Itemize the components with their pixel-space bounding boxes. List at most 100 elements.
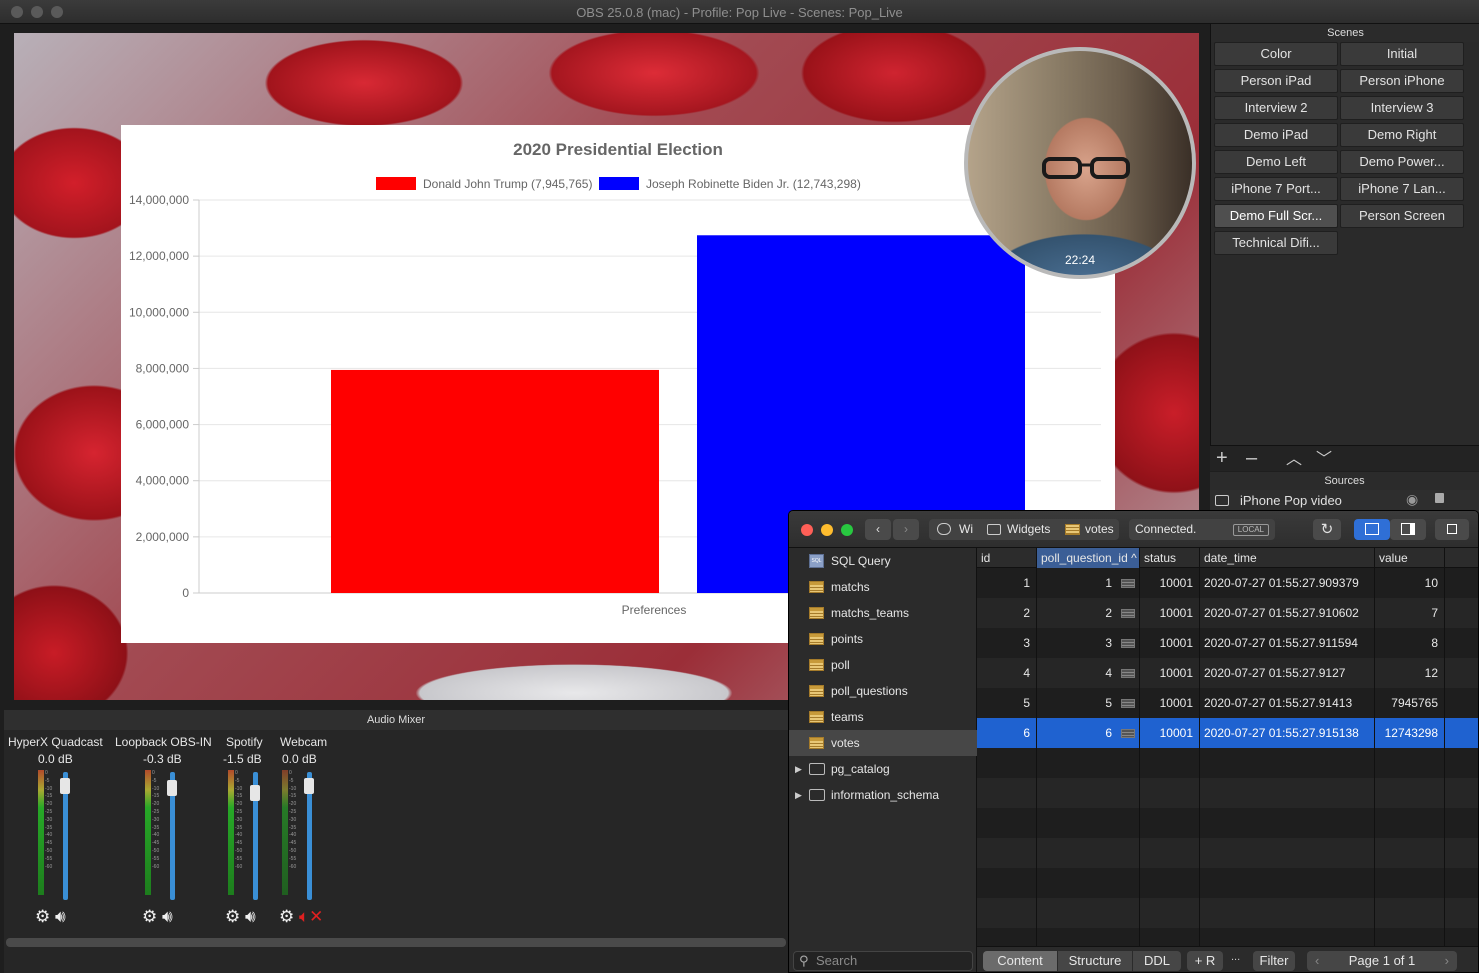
table-cell[interactable]: 3 xyxy=(1037,628,1140,658)
sidebar-item-points[interactable]: points xyxy=(789,626,977,652)
column-header[interactable]: poll_question_id ^ xyxy=(1037,548,1140,568)
foreign-key-icon[interactable] xyxy=(1121,579,1135,588)
table-cell[interactable]: 1 xyxy=(977,568,1037,598)
table-cell[interactable]: 7 xyxy=(1375,598,1445,628)
prev-page-button[interactable]: ‹ xyxy=(1315,951,1319,971)
table-row[interactable]: 4 4 10001 2020-07-27 01:55:27.9127 12 xyxy=(977,658,1478,688)
disclosure-triangle-icon[interactable]: ▶ xyxy=(795,782,802,808)
table-cell[interactable]: 12743298 xyxy=(1375,718,1445,748)
disclosure-triangle-icon[interactable]: ▶ xyxy=(795,756,802,782)
table-cell[interactable]: 2020-07-27 01:55:27.910602 xyxy=(1200,598,1375,628)
table-cell[interactable]: 6 xyxy=(977,718,1037,748)
scene-button[interactable]: Person iPad xyxy=(1214,69,1338,93)
table-cell[interactable]: 2020-07-27 01:55:27.9127 xyxy=(1200,658,1375,688)
table-cell[interactable]: 4 xyxy=(1037,658,1140,688)
back-button[interactable]: ‹ xyxy=(865,519,891,540)
table-row[interactable]: 6 6 10001 2020-07-27 01:55:27.915138 1274329… xyxy=(977,718,1478,748)
add-scene-button[interactable]: + xyxy=(1216,448,1228,468)
table-cell[interactable]: 6 xyxy=(1037,718,1140,748)
table-row[interactable]: 1 1 10001 2020-07-27 01:55:27.909379 10 xyxy=(977,568,1478,598)
table-cell[interactable]: 2020-07-27 01:55:27.91413 xyxy=(1200,688,1375,718)
forward-button[interactable]: › xyxy=(893,519,919,540)
sidebar-item-poll[interactable]: poll xyxy=(789,652,977,678)
table-cell[interactable]: 2020-07-27 01:55:27.909379 xyxy=(1200,568,1375,598)
db-zoom-button[interactable] xyxy=(841,524,853,536)
table-cell[interactable]: 7945765 xyxy=(1375,688,1445,718)
table-cell[interactable]: 12 xyxy=(1375,658,1445,688)
gear-icon[interactable]: ⚙ xyxy=(225,907,240,926)
foreign-key-icon[interactable] xyxy=(1121,699,1135,708)
sidebar-item-votes[interactable]: votes xyxy=(789,730,977,756)
table-cell[interactable]: 2 xyxy=(1037,598,1140,628)
column-header[interactable]: status xyxy=(1140,548,1200,568)
volume-slider-handle[interactable] xyxy=(167,779,177,796)
speaker-icon[interactable]: 🔊︎ xyxy=(240,907,256,926)
more-options[interactable]: ... xyxy=(1231,951,1240,963)
scene-button[interactable]: Person Screen xyxy=(1340,204,1464,228)
add-row-button[interactable]: + R xyxy=(1187,951,1223,971)
db-minimize-button[interactable] xyxy=(821,524,833,536)
table-cell[interactable]: 4 xyxy=(977,658,1037,688)
breadcrumb-schema[interactable]: Widgets xyxy=(1007,519,1050,540)
table-cell[interactable]: 2 xyxy=(977,598,1037,628)
breadcrumb-database[interactable]: Wi xyxy=(959,519,973,540)
table-cell[interactable]: 10 xyxy=(1375,568,1445,598)
scene-button[interactable]: Initial xyxy=(1340,42,1464,66)
table-cell[interactable]: 8 xyxy=(1375,628,1445,658)
tab-ddl[interactable]: DDL xyxy=(1133,951,1181,971)
foreign-key-icon[interactable] xyxy=(1121,609,1135,618)
visibility-icon[interactable]: ◉ xyxy=(1406,491,1418,508)
sidebar-item-pg-catalog[interactable]: ▶ pg_catalog xyxy=(789,756,977,782)
table-cell[interactable]: 2020-07-27 01:55:27.911594 xyxy=(1200,628,1375,658)
gear-icon[interactable]: ⚙ xyxy=(35,907,50,926)
move-scene-up-button[interactable]: ︿ xyxy=(1286,450,1302,470)
next-page-button[interactable]: › xyxy=(1445,951,1449,971)
tab-structure[interactable]: Structure xyxy=(1058,951,1132,971)
sidebar-item-sql-query[interactable]: SQL SQL Query xyxy=(789,548,977,574)
gear-icon[interactable]: ⚙ xyxy=(142,907,157,926)
sidebar-item-matchs[interactable]: matchs xyxy=(789,574,977,600)
sidebar-item-poll-questions[interactable]: poll_questions xyxy=(789,678,977,704)
table-cell[interactable]: 10001 xyxy=(1140,658,1200,688)
scene-button[interactable]: Interview 2 xyxy=(1214,96,1338,120)
sidebar-item-matchs-teams[interactable]: matchs_teams xyxy=(789,600,977,626)
table-cell[interactable]: 10001 xyxy=(1140,598,1200,628)
table-cell[interactable]: 10001 xyxy=(1140,568,1200,598)
db-close-button[interactable] xyxy=(801,524,813,536)
table-cell[interactable]: 10001 xyxy=(1140,718,1200,748)
column-header[interactable]: id xyxy=(977,548,1037,568)
table-cell[interactable]: 10001 xyxy=(1140,628,1200,658)
table-cell[interactable]: 1 xyxy=(1037,568,1140,598)
speaker-icon[interactable]: 🔊︎ xyxy=(50,907,66,926)
mixer-scrollbar[interactable] xyxy=(6,938,786,947)
new-window-button[interactable] xyxy=(1435,519,1469,540)
scene-button[interactable]: Color xyxy=(1214,42,1338,66)
breadcrumb-table[interactable]: votes xyxy=(1085,519,1114,540)
scene-button[interactable]: Demo Full Scr... xyxy=(1214,204,1338,228)
table-cell[interactable]: 5 xyxy=(1037,688,1140,718)
column-header[interactable]: date_time xyxy=(1200,548,1375,568)
table-cell[interactable]: 10001 xyxy=(1140,688,1200,718)
remove-scene-button[interactable]: – xyxy=(1246,448,1257,468)
scene-button[interactable]: Demo Power... xyxy=(1340,150,1464,174)
volume-slider-handle[interactable] xyxy=(250,785,260,802)
scene-button[interactable]: Technical Difi... xyxy=(1214,231,1338,255)
scene-button[interactable]: Interview 3 xyxy=(1340,96,1464,120)
refresh-icon[interactable]: ↻ xyxy=(1313,519,1341,540)
foreign-key-icon[interactable] xyxy=(1121,639,1135,648)
filter-button[interactable]: Filter xyxy=(1253,951,1295,971)
volume-slider-handle[interactable] xyxy=(304,777,314,794)
toggle-sidebar-button[interactable] xyxy=(1354,519,1390,540)
scene-button[interactable]: iPhone 7 Port... xyxy=(1214,177,1338,201)
muted-speaker-icon[interactable]: 🔈︎✕ xyxy=(294,907,323,926)
tab-content[interactable]: Content xyxy=(983,951,1057,971)
table-cell[interactable]: 2020-07-27 01:55:27.915138 xyxy=(1200,718,1375,748)
sidebar-item-information-schema[interactable]: ▶ information_schema xyxy=(789,782,977,808)
scene-button[interactable]: Demo Right xyxy=(1340,123,1464,147)
volume-slider-handle[interactable] xyxy=(60,777,70,794)
table-cell[interactable]: 5 xyxy=(977,688,1037,718)
scene-button[interactable]: iPhone 7 Lan... xyxy=(1340,177,1464,201)
gear-icon[interactable]: ⚙ xyxy=(279,907,294,926)
sidebar-item-teams[interactable]: teams xyxy=(789,704,977,730)
column-header[interactable]: value xyxy=(1375,548,1445,568)
